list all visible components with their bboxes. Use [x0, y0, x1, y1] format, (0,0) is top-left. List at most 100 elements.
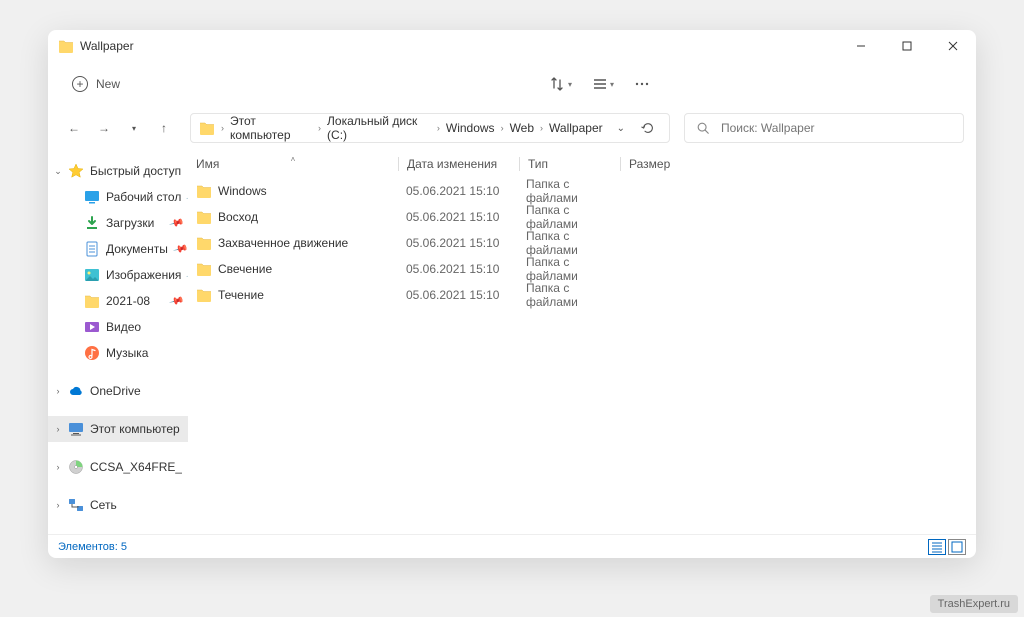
sidebar-item-label: Музыка	[106, 346, 148, 360]
chevron-right-icon: ›	[538, 123, 545, 133]
sidebar-desktop[interactable]: Рабочий стол 📌	[48, 184, 188, 210]
file-type: Папка с файлами	[518, 229, 618, 257]
maximize-button[interactable]	[884, 30, 930, 62]
titlebar: Wallpaper	[48, 30, 976, 62]
sidebar-downloads[interactable]: Загрузки 📌	[48, 210, 188, 236]
pin-icon: 📌	[186, 267, 188, 283]
toolbar-icons: ▾ ▾	[550, 76, 650, 92]
up-button[interactable]: ↑	[156, 121, 172, 135]
sidebar-disc[interactable]: › CCSA_X64FRE_RU-RU	[48, 454, 188, 480]
details-view-button[interactable]	[928, 539, 946, 555]
pin-icon: 📌	[172, 241, 188, 257]
breadcrumb-item[interactable]: Web	[510, 121, 534, 135]
sidebar-documents[interactable]: Документы 📌	[48, 236, 188, 262]
file-row[interactable]: Свечение 05.06.2021 15:10Папка с файлами	[188, 256, 976, 282]
statusbar: Элементов: 5	[48, 534, 976, 558]
sidebar-quick-access[interactable]: ⌄ Быстрый доступ	[48, 158, 188, 184]
close-button[interactable]	[930, 30, 976, 62]
music-icon	[84, 345, 100, 361]
window-controls	[838, 30, 976, 62]
chevron-down-icon: ▾	[610, 80, 614, 89]
pc-icon	[68, 421, 84, 437]
sidebar-2021-08[interactable]: 2021-08 📌	[48, 288, 188, 314]
sidebar-network[interactable]: › Сеть	[48, 492, 188, 518]
pin-icon: 📌	[168, 293, 184, 309]
chevron-down-icon: ▾	[568, 80, 572, 89]
sort-button[interactable]: ▾	[550, 76, 572, 92]
more-button[interactable]	[634, 76, 650, 92]
sidebar-item-label: Быстрый доступ	[90, 164, 181, 178]
view-list-icon	[592, 76, 608, 92]
breadcrumb-item[interactable]: Локальный диск (C:)	[327, 114, 431, 142]
column-header-type[interactable]: Тип	[520, 157, 620, 171]
folder-icon	[196, 209, 212, 225]
file-row[interactable]: Течение05.06.2021 15:10Папка с файлами	[188, 282, 976, 308]
large-icons-view-button[interactable]	[948, 539, 966, 555]
file-date: 05.06.2021 15:10	[398, 236, 518, 250]
forward-button[interactable]: →	[96, 121, 112, 135]
watermark: TrashExpert.ru	[930, 595, 1018, 613]
title-area: Wallpaper	[58, 38, 134, 54]
sidebar-item-label: Изображения	[106, 268, 181, 282]
file-date: 05.06.2021 15:10	[398, 184, 518, 198]
file-type: Папка с файлами	[518, 203, 618, 231]
chevron-down-icon[interactable]: ⌄	[52, 166, 64, 177]
chevron-right-icon[interactable]: ›	[52, 462, 64, 472]
folder-icon	[84, 293, 100, 309]
toolbar: + New ▾ ▾	[48, 62, 976, 106]
address-bar[interactable]: › Этот компьютер › Локальный диск (C:) ›…	[190, 113, 670, 143]
folder-icon	[196, 287, 212, 303]
folder-icon	[196, 183, 212, 199]
sidebar-item-label: Рабочий стол	[106, 190, 181, 204]
sidebar-onedrive[interactable]: › OneDrive	[48, 378, 188, 404]
column-header-date[interactable]: Дата изменения	[399, 157, 519, 171]
file-date: 05.06.2021 15:10	[398, 288, 518, 302]
minimize-button[interactable]	[838, 30, 884, 62]
picture-icon	[84, 267, 100, 283]
sidebar-item-label: Этот компьютер	[90, 422, 180, 436]
chevron-right-icon: ›	[316, 123, 323, 133]
file-explorer-window: Wallpaper + New ▾ ▾	[48, 30, 976, 558]
chevron-right-icon[interactable]: ›	[52, 500, 64, 510]
new-button[interactable]: + New	[64, 72, 128, 96]
sidebar-this-pc[interactable]: › Этот компьютер	[48, 416, 188, 442]
breadcrumb-item[interactable]: Windows	[446, 121, 495, 135]
view-button[interactable]: ▾	[592, 76, 614, 92]
search-input[interactable]	[719, 120, 953, 136]
sidebar-music[interactable]: Музыка	[48, 340, 188, 366]
view-mode-toggle	[928, 539, 966, 555]
pin-icon: 📌	[185, 189, 188, 205]
folder-icon	[196, 261, 212, 277]
file-date: 05.06.2021 15:10	[398, 262, 518, 276]
chevron-right-icon[interactable]: ›	[52, 386, 64, 396]
breadcrumb-item[interactable]: Этот компьютер	[230, 114, 312, 142]
sidebar-videos[interactable]: Видео	[48, 314, 188, 340]
file-type: Папка с файлами	[518, 281, 618, 309]
new-label: New	[96, 77, 120, 91]
column-headers: ˄ Имя Дата изменения Тип Размер	[188, 150, 976, 178]
chevron-right-icon[interactable]: ›	[52, 424, 64, 434]
file-row[interactable]: Windows05.06.2021 15:10Папка с файлами	[188, 178, 976, 204]
column-header-size[interactable]: Размер	[621, 157, 701, 171]
cloud-icon	[68, 383, 84, 399]
file-row[interactable]: Захваченное движение 05.06.2021 15:10Папк…	[188, 230, 976, 256]
file-name: Свечение	[218, 262, 272, 276]
main: ⌄ Быстрый доступ Рабочий стол 📌 Загрузки…	[48, 150, 976, 534]
file-type: Папка с файлами	[518, 255, 618, 283]
refresh-button[interactable]	[635, 121, 661, 135]
file-row[interactable]: Восход05.06.2021 15:10Папка с файлами	[188, 204, 976, 230]
back-button[interactable]: ←	[66, 121, 82, 135]
sidebar-pictures[interactable]: Изображения 📌	[48, 262, 188, 288]
recent-dropdown[interactable]: ▾	[126, 124, 142, 133]
folder-icon	[196, 235, 212, 251]
column-header-name[interactable]: ˄ Имя	[188, 157, 398, 171]
sidebar-item-label: CCSA_X64FRE_RU-RU	[90, 460, 182, 474]
search-box[interactable]	[684, 113, 964, 143]
sidebar-item-label: OneDrive	[90, 384, 141, 398]
breadcrumb-item[interactable]: Wallpaper	[549, 121, 603, 135]
file-list: Windows05.06.2021 15:10Папка с файламиВо…	[188, 178, 976, 534]
file-name: Windows	[218, 184, 267, 198]
chevron-right-icon: ›	[435, 123, 442, 133]
file-name: Захваченное движение	[218, 236, 348, 250]
address-dropdown[interactable]: ⌄	[611, 123, 631, 134]
